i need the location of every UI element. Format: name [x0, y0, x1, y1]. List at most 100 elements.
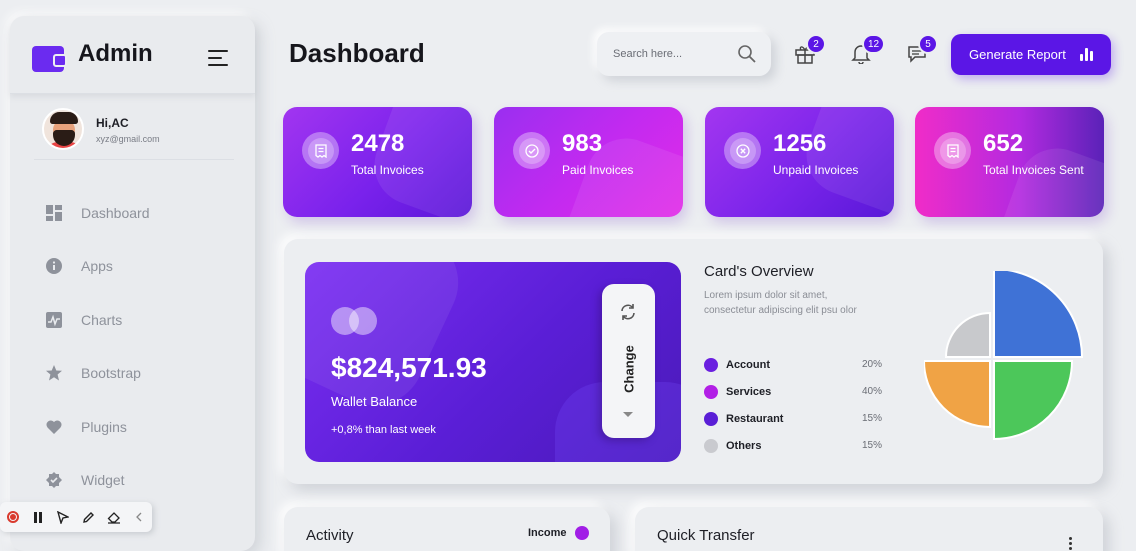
record-icon: [6, 511, 19, 523]
change-button[interactable]: Change: [602, 284, 655, 438]
user-profile[interactable]: Hi,AC xyz@gmail.com: [34, 108, 234, 160]
refresh-icon: [621, 304, 635, 320]
stat-card-total-invoices[interactable]: 2478 Total Invoices: [283, 107, 472, 217]
sidebar-item-apps[interactable]: Apps: [10, 240, 255, 294]
stat-card-paid-invoices[interactable]: 983 Paid Invoices: [494, 107, 683, 217]
recorder-toolbar: [0, 502, 152, 532]
eraser-icon: [107, 511, 120, 524]
overview-description: Lorem ipsum dolor sit amet, consectetur …: [704, 290, 857, 316]
messages-button[interactable]: 5: [906, 34, 938, 66]
stat-label: Total Invoices: [351, 163, 424, 177]
check-circle-icon: [513, 132, 550, 169]
sidebar-item-charts[interactable]: Charts: [10, 293, 255, 347]
overview-legend: Account 20% Services 40% Restaurant 15% …: [704, 351, 884, 459]
sidebar-item-label: Charts: [81, 311, 123, 328]
overview-pie-chart: [924, 271, 1084, 441]
chevron-down-icon: [623, 412, 633, 417]
notifications-button[interactable]: 12: [850, 34, 886, 66]
brand-title: Admin: [78, 40, 153, 67]
sidebar-item-plugins[interactable]: Plugins: [10, 400, 255, 454]
pause-icon: [33, 511, 42, 523]
more-options-icon[interactable]: [1069, 537, 1073, 551]
chevron-left-icon: [136, 512, 142, 522]
legend-name: Others: [726, 439, 762, 452]
search-input[interactable]: [613, 44, 733, 64]
receipt-icon: [934, 132, 971, 169]
dashboard-icon: [46, 204, 62, 221]
pointer-button[interactable]: [51, 502, 76, 532]
stat-value: 983: [562, 130, 603, 157]
legend-pct: 40%: [861, 386, 882, 397]
cards-overview-panel: $824,571.93 Wallet Balance +0,8% than la…: [284, 239, 1103, 484]
pie-slice-blue: [993, 271, 1084, 358]
wallet-logo-icon: [32, 46, 67, 72]
legend-item: Others 15%: [704, 432, 884, 459]
stat-value: 652: [983, 130, 1024, 157]
sidebar-item-label: Dashboard: [81, 204, 150, 221]
avatar: [42, 108, 84, 150]
profile-greeting: Hi,AC: [96, 116, 129, 130]
gift-button[interactable]: 2: [794, 34, 826, 66]
pie-slice-orange: [924, 360, 991, 429]
sidebar-item-label: Bootstrap: [81, 365, 141, 382]
legend-item: Restaurant 15%: [704, 405, 884, 432]
chart-icon: [46, 311, 62, 328]
stat-value: 1256: [773, 130, 827, 157]
brand-header: Admin: [10, 16, 255, 94]
pause-button[interactable]: [25, 502, 50, 532]
activity-title: Activity: [306, 527, 354, 544]
pen-button[interactable]: [76, 502, 101, 532]
activity-card: Activity Income: [284, 507, 610, 551]
stat-card-unpaid-invoices[interactable]: 1256 Unpaid Invoices: [705, 107, 894, 217]
legend-name: Restaurant: [726, 412, 784, 425]
menu-toggle-icon[interactable]: [208, 50, 228, 66]
sidebar-item-widget[interactable]: Widget: [10, 454, 255, 508]
legend-dot: [704, 411, 718, 426]
legend-name: Services: [726, 385, 772, 398]
badge-icon: [46, 472, 62, 489]
pie-slice-green: [993, 360, 1074, 441]
legend-item: Account 20%: [704, 351, 884, 378]
legend-item: Services 40%: [704, 378, 884, 405]
quick-transfer-title: Quick Transfer: [657, 527, 755, 544]
x-circle-icon: [724, 132, 761, 169]
sidebar-nav: Dashboard Apps Charts Bootstrap Plugins: [10, 186, 255, 507]
stat-label: Paid Invoices: [562, 163, 634, 177]
record-button[interactable]: [0, 502, 25, 532]
stat-card-invoices-sent[interactable]: 652 Total Invoices Sent: [915, 107, 1104, 217]
quick-transfer-card: Quick Transfer: [635, 507, 1103, 551]
sidebar-item-label: Widget: [81, 472, 125, 489]
sidebar: Admin Hi,AC xyz@gmail.com Dashboard Apps…: [10, 16, 255, 551]
cursor-icon: [57, 510, 70, 524]
income-legend-dot: [575, 526, 589, 540]
sidebar-item-bootstrap[interactable]: Bootstrap: [10, 347, 255, 401]
sidebar-item-label: Apps: [81, 258, 113, 275]
wallet-balance: $824,571.93: [331, 352, 487, 383]
generate-report-button[interactable]: Generate Report: [951, 34, 1111, 75]
stat-label: Total Invoices Sent: [983, 163, 1084, 177]
wallet-change: +0,8% than last week: [331, 424, 436, 436]
heart-icon: [46, 419, 62, 435]
collapse-button[interactable]: [127, 502, 152, 532]
stat-value: 2478: [351, 130, 405, 157]
legend-name: Account: [726, 358, 770, 371]
search-box: [597, 32, 771, 76]
info-icon: [46, 258, 62, 275]
sidebar-item-label: Plugins: [81, 418, 127, 435]
legend-dot: [704, 438, 718, 453]
legend-pct: 15%: [861, 413, 882, 424]
pen-icon: [83, 511, 95, 523]
page-title: Dashboard: [289, 38, 425, 68]
star-icon: [46, 365, 62, 381]
eraser-button[interactable]: [101, 502, 126, 532]
search-icon[interactable]: [737, 44, 757, 64]
gift-badge: 2: [806, 34, 826, 54]
income-legend-label: Income: [528, 527, 567, 539]
legend-dot: [704, 384, 718, 399]
profile-email: xyz@gmail.com: [96, 134, 160, 144]
legend-pct: 15%: [861, 440, 882, 451]
generate-report-label: Generate Report: [969, 47, 1066, 62]
stat-label: Unpaid Invoices: [773, 163, 859, 177]
pie-slice-gray: [944, 311, 991, 358]
sidebar-item-dashboard[interactable]: Dashboard: [10, 186, 255, 240]
